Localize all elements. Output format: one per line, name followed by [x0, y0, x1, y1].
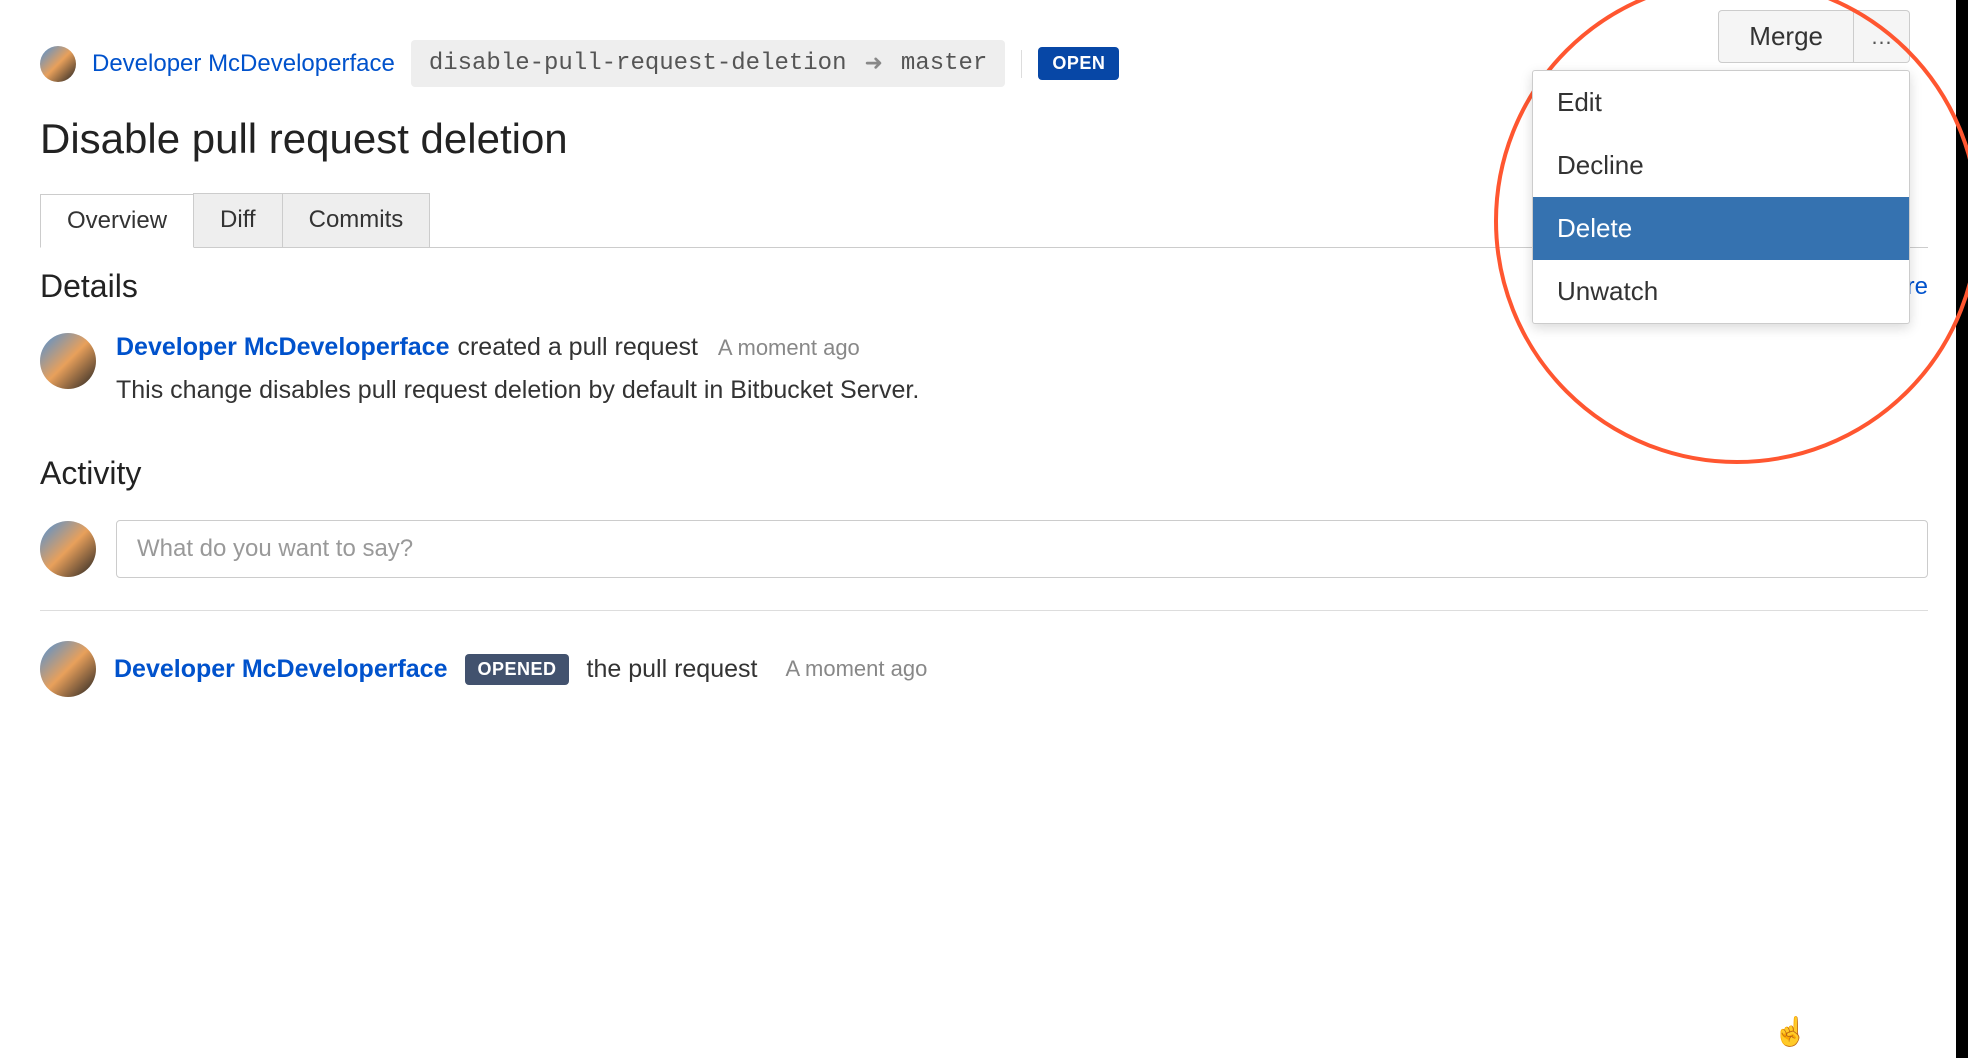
detail-description: This change disables pull request deleti… — [116, 376, 1928, 405]
cursor-icon: ☝ — [1773, 1015, 1808, 1048]
detail-action: created a pull request — [457, 333, 697, 362]
dropdown-item-decline[interactable]: Decline — [1533, 134, 1909, 197]
arrow-right-icon: ➜ — [864, 51, 882, 77]
detail-avatar[interactable] — [40, 333, 96, 389]
merge-button[interactable]: Merge — [1718, 10, 1854, 63]
activity-text: the pull request — [587, 655, 758, 684]
tab-overview[interactable]: Overview — [40, 194, 194, 248]
actions-dropdown: Edit Decline Delete Unwatch — [1532, 70, 1910, 324]
comment-row — [40, 520, 1928, 578]
divider-line — [40, 610, 1928, 611]
source-branch[interactable]: disable-pull-request-deletion — [429, 50, 847, 77]
comment-avatar[interactable] — [40, 521, 96, 577]
tab-commits[interactable]: Commits — [282, 193, 431, 247]
detail-item: Developer McDeveloperface created a pull… — [40, 333, 1928, 405]
author-avatar[interactable] — [40, 46, 76, 82]
divider — [1021, 50, 1022, 78]
activity-heading: Activity — [40, 455, 1928, 492]
more-button[interactable]: … — [1854, 10, 1910, 63]
top-actions: Merge … — [1718, 10, 1910, 63]
activity-avatar[interactable] — [40, 641, 96, 697]
tab-diff[interactable]: Diff — [193, 193, 283, 247]
activity-entry: Developer McDeveloperface OPENED the pul… — [40, 641, 1928, 697]
activity-author[interactable]: Developer McDeveloperface — [114, 655, 447, 684]
detail-time: A moment ago — [718, 335, 860, 361]
activity-badge: OPENED — [465, 654, 568, 685]
activity-time: A moment ago — [785, 656, 927, 682]
comment-input[interactable] — [116, 520, 1928, 578]
detail-author[interactable]: Developer McDeveloperface — [116, 333, 449, 362]
dropdown-item-edit[interactable]: Edit — [1533, 71, 1909, 134]
target-branch[interactable]: master — [901, 50, 987, 77]
author-link[interactable]: Developer McDeveloperface — [92, 50, 395, 78]
right-edge — [1956, 0, 1968, 1058]
status-badge: OPEN — [1038, 47, 1119, 80]
branch-info: disable-pull-request-deletion ➜ master — [411, 40, 1006, 87]
details-heading: Details — [40, 268, 138, 305]
dropdown-item-delete[interactable]: Delete — [1533, 197, 1909, 260]
dropdown-item-unwatch[interactable]: Unwatch — [1533, 260, 1909, 323]
ellipsis-icon: … — [1871, 24, 1893, 50]
